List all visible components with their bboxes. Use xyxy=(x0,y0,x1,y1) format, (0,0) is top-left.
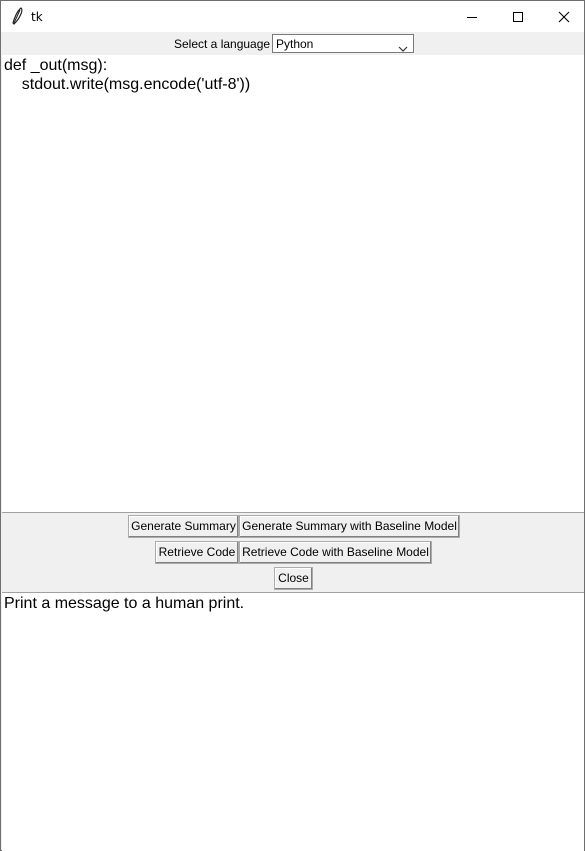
code-textbox[interactable]: def _out(msg): stdout.write(msg.encode('… xyxy=(2,55,584,513)
minimize-button[interactable] xyxy=(449,1,495,32)
summary-text: Print a message to a human print. xyxy=(4,595,245,612)
window-title: tk xyxy=(31,10,43,24)
language-bar: Select a language Python xyxy=(1,32,584,55)
code-line: stdout.write(msg.encode('utf-8')) xyxy=(4,76,251,93)
retrieve-code-button[interactable]: Retrieve Code xyxy=(155,541,239,564)
feather-icon xyxy=(10,7,26,25)
minimize-icon xyxy=(467,17,477,18)
summary-textbox[interactable]: Print a message to a human print. xyxy=(2,592,584,851)
generate-summary-baseline-button[interactable]: Generate Summary with Baseline Model xyxy=(239,515,460,538)
close-button[interactable]: Close xyxy=(274,567,313,590)
language-selected-value: Python xyxy=(276,37,314,51)
maximize-icon xyxy=(513,12,523,22)
retrieve-code-baseline-button[interactable]: Retrieve Code with Baseline Model xyxy=(239,541,432,564)
generate-summary-button[interactable]: Generate Summary xyxy=(128,515,239,538)
maximize-button[interactable] xyxy=(495,1,541,32)
language-select[interactable]: Python xyxy=(272,34,414,53)
title-bar[interactable]: tk xyxy=(1,1,584,32)
close-window-button[interactable] xyxy=(541,1,585,32)
close-icon xyxy=(558,11,570,23)
app-window: tk Select a language Python def _out(msg… xyxy=(0,0,585,851)
code-line: def _out(msg): xyxy=(4,57,108,74)
language-label: Select a language xyxy=(174,37,271,51)
